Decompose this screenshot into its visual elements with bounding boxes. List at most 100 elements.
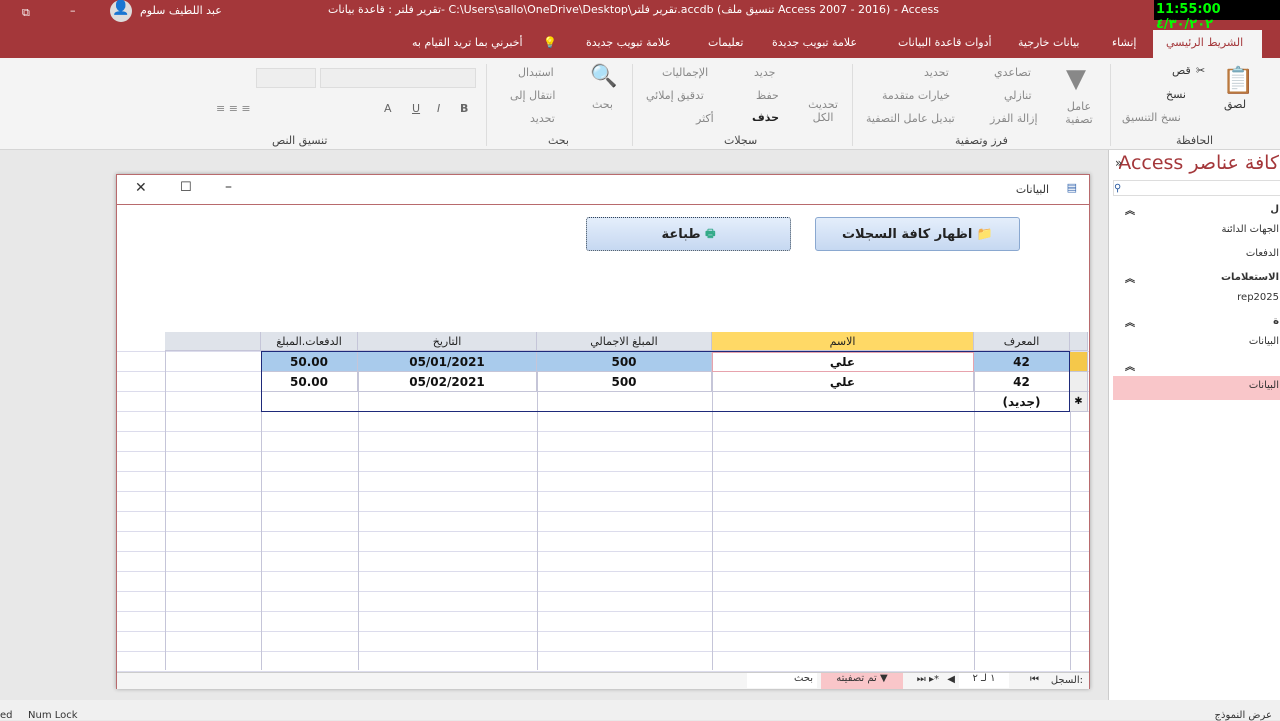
cut-button[interactable]: قص <box>1172 64 1191 77</box>
table-cell[interactable]: 50.00 <box>261 372 358 392</box>
tab-create[interactable]: إنشاء <box>1112 36 1136 49</box>
nav-label: البيانات <box>1248 336 1279 347</box>
first-record-icon[interactable]: ⏮ <box>1030 674 1039 685</box>
underline-button[interactable]: U <box>412 102 420 115</box>
table-cell[interactable]: علي <box>712 352 974 372</box>
goto-button[interactable]: انتقال إلى <box>510 89 555 102</box>
search-icon: ⚲ <box>1114 183 1122 194</box>
table-cell[interactable]: 50.00 <box>261 352 358 372</box>
filtered-badge[interactable]: تم تصفيته ▼ <box>821 673 903 689</box>
bold-button[interactable]: B <box>460 102 468 115</box>
remove-sort-button[interactable]: إزالة الفرز <box>990 112 1038 125</box>
tab-help[interactable]: تعليمات <box>708 36 743 49</box>
restore-icon[interactable]: ⧉ <box>22 6 30 20</box>
copy-button[interactable]: نسخ <box>1166 88 1186 101</box>
paste-icon: 📋 <box>1222 66 1255 96</box>
tab-new-1[interactable]: علامة تبويب جديدة <box>772 36 857 49</box>
nav-title[interactable]: كافة عناصر Access <box>1119 152 1279 174</box>
table-cell[interactable]: 05/01/2021 <box>358 352 537 372</box>
new-row-selector[interactable]: ✱ <box>1070 392 1088 412</box>
row-selector[interactable] <box>1070 372 1088 392</box>
nav-group-header[interactable]: ︽ <box>1113 356 1280 376</box>
record-navigator: السجل: ⏮ ١ لـ ٢ ◀ ⏭ ▸* تم تصفيته ▼ بحث <box>117 672 1089 689</box>
table-cell[interactable]: 500 <box>537 352 712 372</box>
replace-button[interactable]: استبدال <box>518 66 554 79</box>
search-box[interactable]: بحث <box>747 673 817 688</box>
font-size-select[interactable] <box>256 68 316 88</box>
group-label-clipboard: الحافظة <box>1176 134 1214 147</box>
more-button[interactable]: أكثر <box>696 112 714 125</box>
header-id[interactable]: المعرف <box>974 332 1070 351</box>
nav-item[interactable]: الجهات الدائنة <box>1113 220 1280 244</box>
current-record-input[interactable]: ١ لـ ٢ <box>959 673 1009 688</box>
nav-group-header[interactable]: ة ︽ <box>1113 312 1280 332</box>
font-name-select[interactable] <box>320 68 476 88</box>
table-cell[interactable]: 42 <box>974 352 1070 372</box>
header-total[interactable]: المبلغ الاجمالي <box>537 332 712 351</box>
tab-database-tools[interactable]: أدوات قاعدة البيانات <box>898 36 992 49</box>
filter-icon: ▼ <box>1066 64 1086 94</box>
select-all-cell[interactable] <box>1070 332 1088 351</box>
table-cell[interactable]: 05/02/2021 <box>358 372 537 392</box>
nav-item[interactable]: rep2025 <box>1113 288 1280 312</box>
tab-home[interactable]: الشريط الرئيسي <box>1166 36 1243 49</box>
totals-button[interactable]: الإجماليات <box>662 66 708 79</box>
tab-external-data[interactable]: بيانات خارجية <box>1018 36 1079 49</box>
ribbon: 📋 لصق قص ✂ نسخ نسخ التنسيق الحافظة ▼ عام… <box>0 58 1280 150</box>
table-cell[interactable]: 500 <box>537 372 712 392</box>
grid-line <box>117 451 1089 452</box>
nav-item[interactable]: البيانات <box>1113 332 1280 356</box>
nav-search-input[interactable]: ⚲ <box>1113 180 1280 196</box>
table-cell[interactable]: 42 <box>974 372 1070 392</box>
sort-descending-button[interactable]: تنازلي <box>1004 89 1032 102</box>
nav-group-header[interactable]: ل ︽ <box>1113 200 1280 220</box>
delete-record-button[interactable]: حذف <box>752 111 779 124</box>
collapse-icon[interactable]: ︽ <box>1125 202 1135 217</box>
nav-label: الاستعلامات <box>1220 272 1279 283</box>
grid-line <box>117 651 1089 652</box>
view-mode-label: عرض النموذج <box>1214 710 1272 721</box>
paste-button[interactable]: لصق <box>1224 98 1246 111</box>
spelling-button[interactable]: تدقيق إملائي <box>646 89 704 102</box>
group-label-find: بحث <box>548 134 569 147</box>
nav-item[interactable]: البيانات <box>1113 376 1280 400</box>
font-color-button[interactable]: A <box>384 102 392 115</box>
title-bar: ⧉ – 👤 عبد اللطيف سلوم تقرير فلتر : قاعدة… <box>0 0 1280 32</box>
header-payment-amount[interactable]: الدفعات.المبلغ <box>261 332 358 351</box>
nav-label: البيانات <box>1248 380 1279 391</box>
avatar[interactable]: 👤 <box>110 0 132 22</box>
selection-button[interactable]: تحديد <box>924 66 949 79</box>
italic-button[interactable]: I <box>437 102 440 115</box>
align-buttons-icon[interactable]: ≡ ≡ ≡ <box>216 102 251 115</box>
collapse-icon[interactable]: ︽ <box>1125 314 1135 329</box>
advanced-button[interactable]: خيارات متقدمة <box>882 89 950 102</box>
minimize-icon[interactable]: – <box>70 4 76 17</box>
new-record-cell[interactable]: (جديد) <box>974 392 1070 412</box>
tell-me-search[interactable]: أخبرني بما تريد القيام به <box>412 36 523 49</box>
header-date[interactable]: التاريخ <box>358 332 537 351</box>
last-record-icon[interactable]: ⏭ ▸* <box>917 674 939 685</box>
refresh-all-button[interactable]: تحديث الكل <box>806 98 840 124</box>
clock: 11:55:00 ٤/٣٠/٢٠٢ <box>1154 0 1280 32</box>
header-empty[interactable] <box>165 332 261 351</box>
header-name[interactable]: الاسم <box>712 332 974 351</box>
filter-button[interactable]: عامل تصفية <box>1062 100 1096 126</box>
new-record-button[interactable]: جديد <box>754 66 775 79</box>
chevrons-icon[interactable]: » <box>1115 156 1122 170</box>
nav-item[interactable]: الدفعات <box>1113 244 1280 268</box>
prev-record-icon[interactable]: ◀ <box>947 674 955 685</box>
format-painter-button[interactable]: نسخ التنسيق <box>1122 111 1181 124</box>
find-button[interactable]: بحث <box>592 98 613 111</box>
collapse-icon[interactable]: ︽ <box>1125 270 1135 285</box>
tab-new-2[interactable]: علامة تبويب جديدة <box>586 36 671 49</box>
save-record-button[interactable]: حفظ <box>756 89 779 102</box>
sort-ascending-button[interactable]: تصاعدي <box>994 66 1031 79</box>
collapse-icon[interactable]: ︽ <box>1125 358 1135 373</box>
record-label: السجل: <box>1050 675 1083 686</box>
select-button[interactable]: تحديد <box>530 112 555 125</box>
grid-line <box>117 491 1089 492</box>
nav-group-header[interactable]: الاستعلامات ︽ <box>1113 268 1280 288</box>
table-cell[interactable]: علي <box>712 372 974 392</box>
row-selector[interactable] <box>1070 352 1088 372</box>
toggle-filter-button[interactable]: تبديل عامل التصفية <box>866 112 955 125</box>
